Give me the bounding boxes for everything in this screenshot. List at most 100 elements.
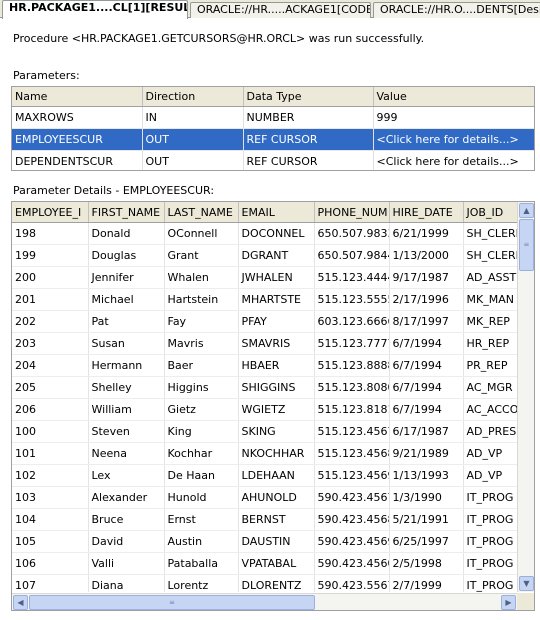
table-row[interactable]: 206 William Gietz WGIETZ 515.123.8181 6/7/199… <box>12 398 517 421</box>
table-row[interactable]: 103 Alexander Hunold AHUNOLD 590.423.4567 1/3… <box>12 486 517 509</box>
parameter-row-dependentscur[interactable]: DEPENDENTSCUR OUT REF CURSOR <Click here… <box>12 150 534 170</box>
parameter-value[interactable]: 999 <box>373 106 534 129</box>
vertical-scroll-thumb[interactable]: ≡ <box>519 219 534 271</box>
table-row[interactable]: 106 Valli Pataballa VPATABAL 590.423.4560 2/5… <box>12 552 517 575</box>
cell-phone-num: 515.123.5555 <box>314 288 390 311</box>
column-header-employee-id[interactable]: EMPLOYEE_I <box>12 202 89 223</box>
cell-last-name: Whalen <box>164 266 239 289</box>
table-row[interactable]: 198 Donald OConnell DOCONNEL 650.507.9833 6/2… <box>12 222 517 245</box>
cell-job-id: IT_PROG <box>463 574 517 592</box>
table-row[interactable]: 100 Steven King SKING 515.123.4567 6/17/1987 A… <box>12 420 517 443</box>
column-header-value[interactable]: Value <box>373 87 534 107</box>
parameter-row-employeescur[interactable]: EMPLOYEESCUR OUT REF CURSOR <Click here … <box>12 128 534 151</box>
column-header-job-id[interactable]: JOB_ID <box>463 202 517 223</box>
table-row[interactable]: 199 Douglas Grant DGRANT 650.507.9844 1/13/20… <box>12 244 517 267</box>
column-header-phone-num[interactable]: PHONE_NUM <box>314 202 390 223</box>
cell-job-id: SH_CLERK <box>463 244 517 267</box>
cell-hire-date: 6/21/1999 <box>389 222 464 245</box>
vertical-scrollbar[interactable]: ▲ ≡ ▼ <box>517 202 534 592</box>
tab-result[interactable]: HR.PACKAGE1....CL[1][RESULT] <box>2 0 188 19</box>
cell-email: WGIETZ <box>238 398 315 421</box>
table-row[interactable]: 105 David Austin DAUSTIN 590.423.4569 6/25/19… <box>12 530 517 553</box>
cell-job-id: PR_REP <box>463 354 517 377</box>
cell-phone-num: 650.507.9844 <box>314 244 390 267</box>
parameter-row-maxrows[interactable]: MAXROWS IN NUMBER 999 <box>12 106 534 129</box>
column-header-data-type[interactable]: Data Type <box>243 87 374 107</box>
horizontal-scrollbar[interactable]: ◀ ≡ ▶ <box>12 593 517 610</box>
parameter-details-link[interactable]: <Click here for details...> <box>373 150 534 170</box>
parameter-direction: IN <box>142 106 244 129</box>
column-header-hire-date[interactable]: HIRE_DATE <box>389 202 464 223</box>
tab-code[interactable]: ORACLE://HR.....ACKAGE1[CODE] <box>190 2 371 18</box>
parameters-label: Parameters: <box>13 69 80 82</box>
parameter-data-type: REF CURSOR <box>243 150 374 170</box>
scroll-right-icon[interactable]: ▶ <box>501 595 516 610</box>
cell-hire-date: 6/25/1997 <box>389 530 464 553</box>
cell-employee-id: 106 <box>12 552 89 575</box>
table-row[interactable]: 107 Diana Lorentz DLORENTZ 590.423.5567 2/7/1… <box>12 574 517 592</box>
cell-hire-date: 6/7/1994 <box>389 376 464 399</box>
cell-phone-num: 515.123.4567 <box>314 420 390 443</box>
cell-email: NKOCHHAR <box>238 442 315 465</box>
column-header-name[interactable]: Name <box>12 87 143 107</box>
details-label: Parameter Details - EMPLOYEESCUR: <box>13 184 215 197</box>
table-row[interactable]: 204 Hermann Baer HBAER 515.123.8888 6/7/1994 P… <box>12 354 517 377</box>
column-header-last-name[interactable]: LAST_NAME <box>164 202 239 223</box>
cell-hire-date: 6/7/1994 <box>389 398 464 421</box>
table-row[interactable]: 102 Lex De Haan LDEHAAN 515.123.4569 1/13/199… <box>12 464 517 487</box>
grip-icon: ≡ <box>523 240 530 249</box>
cell-first-name: Shelley <box>88 376 165 399</box>
cell-phone-num: 603.123.6666 <box>314 310 390 333</box>
scrollbar-corner <box>517 593 534 610</box>
parameter-details-link[interactable]: <Click here for details...> <box>373 128 534 151</box>
cell-hire-date: 9/21/1989 <box>389 442 464 465</box>
cell-last-name: Pataballa <box>164 552 239 575</box>
table-row[interactable]: 104 Bruce Ernst BERNST 590.423.4568 5/21/1991… <box>12 508 517 531</box>
parameter-name: MAXROWS <box>12 106 143 129</box>
cell-last-name: Mavris <box>164 332 239 355</box>
scroll-left-icon[interactable]: ◀ <box>13 595 28 610</box>
cell-phone-num: 590.423.5567 <box>314 574 390 592</box>
parameter-direction: OUT <box>142 128 244 151</box>
cell-employee-id: 103 <box>12 486 89 509</box>
cell-job-id: AD_VP <box>463 464 517 487</box>
table-row[interactable]: 101 Neena Kochhar NKOCHHAR 515.123.4568 9/21/… <box>12 442 517 465</box>
scroll-up-icon[interactable]: ▲ <box>519 203 534 218</box>
scroll-down-icon[interactable]: ▼ <box>519 576 534 591</box>
table-row[interactable]: 202 Pat Fay PFAY 603.123.6666 8/17/1997 MK_REP <box>12 310 517 333</box>
horizontal-scroll-thumb[interactable]: ≡ <box>29 595 315 610</box>
cell-first-name: Douglas <box>88 244 165 267</box>
cell-phone-num: 590.423.4569 <box>314 530 390 553</box>
cell-email: BERNST <box>238 508 315 531</box>
column-header-email[interactable]: EMAIL <box>238 202 315 223</box>
cell-phone-num: 515.123.8080 <box>314 376 390 399</box>
cell-job-id: AC_ACCOU <box>463 398 517 421</box>
parameter-data-type: REF CURSOR <box>243 128 374 151</box>
cell-hire-date: 2/17/1996 <box>389 288 464 311</box>
details-body: 198 Donald OConnell DOCONNEL 650.507.9833 6/2… <box>12 222 517 592</box>
table-row[interactable]: 200 Jennifer Whalen JWHALEN 515.123.4444 9/17… <box>12 266 517 289</box>
cell-first-name: Lex <box>88 464 165 487</box>
table-row[interactable]: 201 Michael Hartstein MHARTSTE 515.123.5555 2… <box>12 288 517 311</box>
tab-design[interactable]: ORACLE://HR.O....DENTS[Design] <box>373 2 540 18</box>
table-row[interactable]: 203 Susan Mavris SMAVRIS 515.123.7777 6/7/199… <box>12 332 517 355</box>
grip-icon: ≡ <box>169 598 175 606</box>
parameters-grid[interactable]: Name Direction Data Type Value MAXROWS I… <box>11 86 535 171</box>
cell-phone-num: 590.423.4568 <box>314 508 390 531</box>
table-row[interactable]: 205 Shelley Higgins SHIGGINS 515.123.8080 6/7… <box>12 376 517 399</box>
cell-phone-num: 515.123.8888 <box>314 354 390 377</box>
cell-last-name: Kochhar <box>164 442 239 465</box>
cell-email: SMAVRIS <box>238 332 315 355</box>
cell-employee-id: 101 <box>12 442 89 465</box>
cell-last-name: King <box>164 420 239 443</box>
column-header-direction[interactable]: Direction <box>142 87 244 107</box>
cell-job-id: AD_PRES <box>463 420 517 443</box>
cell-first-name: Valli <box>88 552 165 575</box>
parameter-details-grid[interactable]: EMPLOYEE_I FIRST_NAME LAST_NAME EMAIL PH… <box>11 201 535 611</box>
column-header-first-name[interactable]: FIRST_NAME <box>88 202 165 223</box>
cell-email: VPATABAL <box>238 552 315 575</box>
cell-employee-id: 204 <box>12 354 89 377</box>
cell-phone-num: 515.123.4568 <box>314 442 390 465</box>
cell-job-id: AD_ASST <box>463 266 517 289</box>
cell-hire-date: 6/17/1987 <box>389 420 464 443</box>
